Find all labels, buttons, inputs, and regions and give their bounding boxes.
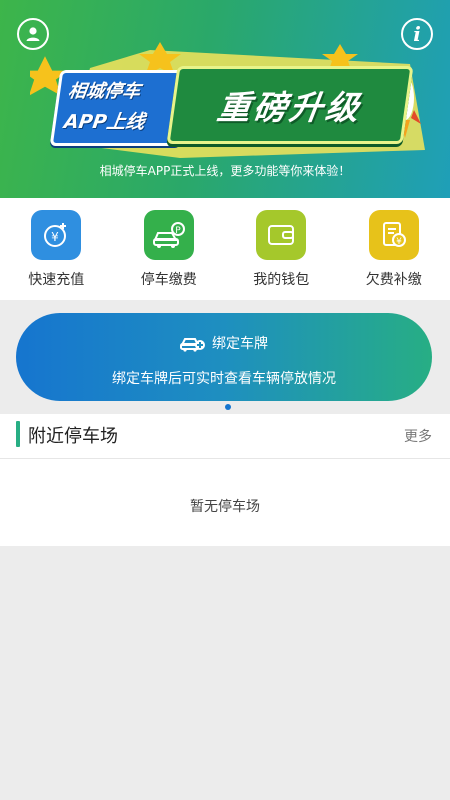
bill-icon: ¥ [368,210,419,260]
quick-wallet-label: 我的钱包 [253,272,310,288]
empty-state-text: 暂无停车场 [190,499,260,515]
banner-badge-line1: 相城停车 [66,81,142,102]
quick-wallet[interactable]: 我的钱包 [225,198,338,300]
svg-text:¥: ¥ [51,230,59,244]
yuan-recharge-icon: ¥ [31,210,82,260]
nearby-parking-title: 附近停车场 [28,426,118,447]
carousel-indicator-dot [225,404,231,410]
svg-text:¥: ¥ [396,237,402,247]
wallet-icon [256,210,307,260]
nearby-parking-header: 附近停车场 更多 [0,414,450,459]
quick-recharge-label: 快速充值 [28,272,85,288]
quick-actions: ¥ 快速充值 P 停车缴费 我的钱包 ¥ 欠费补缴 [0,198,450,300]
quick-arrears-label: 欠费补缴 [365,272,422,288]
car-parking-icon: P [143,210,194,260]
banner-badge-line2: APP上线 [62,111,147,133]
quick-recharge[interactable]: ¥ 快速充值 [0,198,113,300]
quick-arrears[interactable]: ¥ 欠费补缴 [338,198,450,300]
quick-parking-pay[interactable]: P 停车缴费 [113,198,226,300]
quick-parking-pay-label: 停车缴费 [140,272,197,288]
bind-plate-card[interactable]: 绑定车牌 绑定车牌后可实时查看车辆停放情况 [16,313,432,401]
banner-headline-box: 重磅升级 [166,66,414,144]
bind-plate-title-row: 绑定车牌 [16,333,432,353]
bind-plate-title: 绑定车牌 [212,336,268,352]
section-accent-bar [16,421,20,447]
nearby-parking-section: 附近停车场 更多 暂无停车场 [0,414,450,546]
promo-banner[interactable]: i 相城停车 APP上线 重磅升级 相城停车APP正式上线，更多功能等你来体验！ [0,0,450,198]
bind-plate-subtitle: 绑定车牌后可实时查看车辆停放情况 [112,371,336,387]
svg-text:P: P [175,226,181,236]
banner-tagline: 相城停车APP正式上线，更多功能等你来体验！ [99,164,351,178]
car-add-icon [180,338,205,352]
more-link[interactable]: 更多 [404,426,432,446]
banner-headline: 重磅升级 [214,88,365,127]
